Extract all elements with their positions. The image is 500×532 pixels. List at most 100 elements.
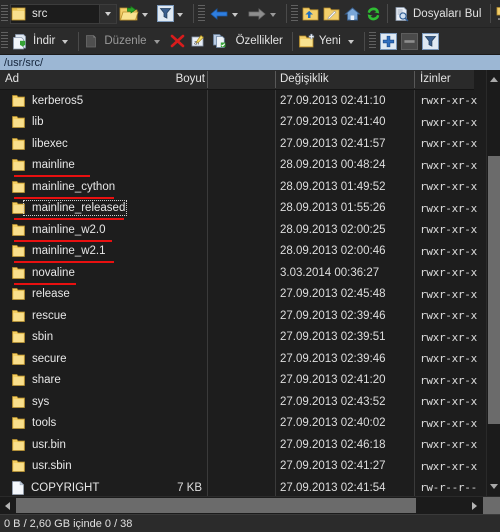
rename-icon: al	[191, 34, 204, 47]
file-row-name-cell: secure	[12, 353, 67, 365]
toolbar-grip[interactable]	[1, 32, 8, 50]
up-directory-button[interactable]	[300, 3, 321, 25]
queue-add-button[interactable]	[378, 30, 399, 52]
file-name: sys	[32, 395, 50, 408]
column-divider[interactable]	[414, 71, 415, 88]
toolbar-grip[interactable]	[368, 32, 376, 50]
download-icon	[13, 33, 26, 49]
file-modified: 28.09.2013 01:55:26	[280, 202, 386, 215]
file-modified: 27.09.2013 02:39:51	[280, 331, 386, 344]
download-label: İndir	[33, 35, 56, 47]
queue-filter-button[interactable]	[420, 30, 441, 52]
folder-icon	[12, 288, 25, 301]
status-bar: 0 B / 2,60 GB içinde 0 / 38	[0, 514, 500, 532]
find-files-button[interactable]: Dosyaları Bul	[391, 3, 487, 25]
file-row[interactable]: tools 27.09.2013 02:40:02 rwxr-xr-x	[0, 413, 477, 435]
copy-button[interactable]	[209, 30, 231, 52]
file-modified: 28.09.2013 02:00:46	[280, 245, 386, 258]
horizontal-scrollbar[interactable]	[0, 496, 500, 514]
file-row[interactable]: mainline_w2.0 28.09.2013 02:00:25 rwxr-xr-…	[0, 219, 477, 242]
back-button[interactable]	[207, 3, 245, 25]
file-name: kerberos5	[32, 94, 84, 107]
open-folder-button[interactable]	[117, 3, 155, 25]
column-header-modified[interactable]: Değişiklik	[280, 70, 329, 89]
filter-button[interactable]	[155, 3, 190, 25]
toolbar-grip[interactable]	[198, 4, 205, 23]
chevron-down-icon[interactable]	[232, 12, 238, 17]
edit-path-button[interactable]	[321, 3, 342, 25]
chevron-down-icon[interactable]	[347, 40, 354, 44]
file-row[interactable]: mainline_w2.1 28.09.2013 02:00:46 rwxr-xr-…	[0, 241, 477, 263]
chevron-right-icon[interactable]	[467, 497, 482, 514]
column-header-permissions[interactable]: İzinler	[420, 70, 451, 89]
file-row-name-cell: lib	[12, 116, 44, 128]
home-button[interactable]	[342, 3, 363, 25]
toolbar-grip[interactable]	[291, 4, 298, 23]
chevron-down-icon[interactable]	[177, 12, 183, 17]
toolbar-grip[interactable]	[1, 4, 8, 23]
column-divider[interactable]	[275, 71, 276, 88]
forward-button[interactable]	[245, 3, 283, 25]
horizontal-scrollbar-thumb[interactable]	[16, 498, 416, 513]
column-header-name[interactable]: Ad	[5, 70, 19, 89]
delete-x-icon	[170, 34, 184, 48]
download-button[interactable]: İndir	[10, 30, 75, 52]
delete-button[interactable]	[167, 30, 188, 52]
chevron-down-icon[interactable]	[153, 40, 160, 44]
file-row[interactable]: usr.bin 27.09.2013 02:46:18 rwxr-xr-x	[0, 434, 477, 456]
refresh-button[interactable]	[363, 3, 384, 25]
chevron-down-icon[interactable]	[270, 12, 276, 17]
chevron-up-icon[interactable]	[487, 72, 500, 87]
chevron-down-icon[interactable]	[99, 4, 116, 23]
path-combobox-value: src	[32, 7, 48, 20]
document-file-icon	[12, 480, 24, 495]
path-combobox[interactable]: src	[10, 3, 117, 24]
home-icon	[344, 6, 361, 20]
file-row[interactable]: libexec 27.09.2013 02:41:57 rwxr-xr-x	[0, 133, 477, 155]
file-row[interactable]: kerberos5 27.09.2013 02:41:10 rwxr-xr-x	[0, 90, 477, 112]
file-permissions: rw-r--r--	[420, 481, 477, 495]
chevron-down-icon[interactable]	[62, 40, 69, 44]
queue-remove-button[interactable]	[399, 30, 420, 52]
file-modified: 27.09.2013 02:43:52	[280, 395, 386, 408]
file-row[interactable]: rescue 27.09.2013 02:39:46 rwxr-xr-x	[0, 305, 477, 327]
file-row[interactable]: usr.sbin 27.09.2013 02:41:27 rwxr-xr-x	[0, 456, 477, 478]
compare-folders-button[interactable]	[494, 3, 500, 25]
vertical-scrollbar[interactable]	[486, 70, 500, 496]
file-modified: 27.09.2013 02:46:18	[280, 438, 386, 451]
vertical-scrollbar-thumb[interactable]	[488, 156, 500, 424]
chevron-down-icon[interactable]	[142, 12, 148, 17]
file-name: mainline_released	[22, 200, 128, 217]
chevron-down-icon[interactable]	[487, 479, 500, 494]
new-button[interactable]: Yeni	[296, 30, 361, 52]
folder-icon	[12, 395, 25, 408]
current-path-bar[interactable]: /usr/src/	[0, 55, 500, 70]
file-row[interactable]: novaline 3.03.2014 00:36:27 rwxr-xr-x	[0, 262, 477, 285]
file-row[interactable]: share 27.09.2013 02:41:20 rwxr-xr-x	[0, 370, 477, 392]
chevron-left-icon[interactable]	[0, 497, 15, 514]
toolbar-divider	[78, 31, 80, 51]
file-row[interactable]: sbin 27.09.2013 02:39:51 rwxr-xr-x	[0, 327, 477, 349]
file-row[interactable]: release 27.09.2013 02:45:48 rwxr-xr-x	[0, 284, 477, 306]
file-row[interactable]: secure 27.09.2013 02:39:46 rwxr-xr-x	[0, 348, 477, 370]
column-header-size[interactable]: Boyut	[150, 70, 205, 89]
file-row-name-cell: sbin	[12, 331, 53, 343]
file-row[interactable]: lib 27.09.2013 02:41:40 rwxr-xr-x	[0, 112, 477, 134]
funnel-icon	[421, 32, 439, 50]
file-name: share	[32, 374, 61, 387]
column-divider[interactable]	[207, 71, 208, 88]
toolbar-divider	[291, 31, 293, 51]
properties-button[interactable]: Özellikler	[231, 30, 289, 52]
file-row[interactable]: sys 27.09.2013 02:43:52 rwxr-xr-x	[0, 391, 477, 413]
file-row-name-cell: novaline	[12, 267, 75, 279]
file-name: mainline_w2.1	[32, 245, 106, 258]
file-row[interactable]: mainline_cython 28.09.2013 01:49:52 rwxr-x…	[0, 176, 477, 199]
file-row-name-cell: COPYRIGHT	[12, 480, 100, 495]
file-row[interactable]: mainline 28.09.2013 00:48:24 rwxr-xr-x	[0, 155, 477, 177]
file-name: COPYRIGHT	[31, 481, 100, 494]
file-row[interactable]: mainline_released 28.09.2013 01:55:26 rwxr…	[0, 198, 477, 220]
rename-button[interactable]: al	[188, 30, 209, 52]
edit-button[interactable]: Düzenle	[82, 30, 166, 52]
new-folder-icon	[298, 33, 314, 48]
folder-icon	[12, 374, 25, 387]
